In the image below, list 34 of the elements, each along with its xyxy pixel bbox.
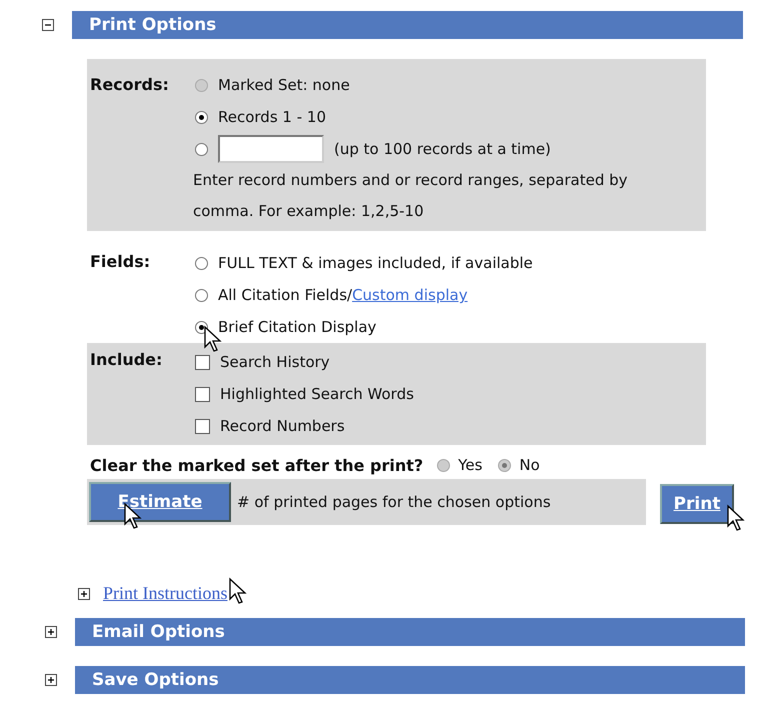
section-header[interactable]: Email Options [75,618,745,646]
collapse-icon[interactable] [42,19,54,31]
expand-icon[interactable] [78,588,90,600]
field-label: Records: [89,74,170,96]
hint-text: Enter record numbers and or record ranges, separated by comma. For example: 1,2,5-10 [193,170,629,222]
question-label: Clear the marked set after the print? [90,456,424,474]
option-label: Brief Citation Display [218,318,376,336]
option-label: FULL TEXT & images included, if available [218,254,533,272]
expand-icon[interactable] [45,626,57,638]
option-label: Marked Set: none [218,76,350,94]
option-label: All Citation Fields/Custom display [218,286,468,304]
checkbox[interactable] [195,418,210,434]
custom-display-link[interactable]: Custom display [352,286,468,304]
option-label: Records 1 - 10 [218,108,326,126]
radio-button[interactable] [195,110,208,124]
section-header[interactable]: Save Options [75,666,745,694]
option-label: Highlighted Search Words [220,385,414,403]
option-label: (up to 100 records at a time) [334,140,551,158]
field-label: Fields: [89,251,152,273]
checkbox[interactable] [195,354,210,370]
print-instructions-link[interactable]: Print Instructions [103,583,228,604]
radio-button[interactable] [195,256,208,270]
option-label: Record Numbers [220,417,345,435]
input-field[interactable] [218,135,324,163]
expand-icon[interactable] [45,674,57,686]
option-label: Yes [458,456,482,474]
checkbox[interactable] [195,386,210,402]
option-label: Search History [220,353,330,371]
option-label: No [519,456,540,474]
field-label: Include: [89,349,164,371]
radio-button[interactable] [195,142,208,156]
radio-button[interactable] [195,288,208,302]
section-header[interactable]: Print Options [72,11,743,39]
description-text: # of printed pages for the chosen options [237,493,551,511]
